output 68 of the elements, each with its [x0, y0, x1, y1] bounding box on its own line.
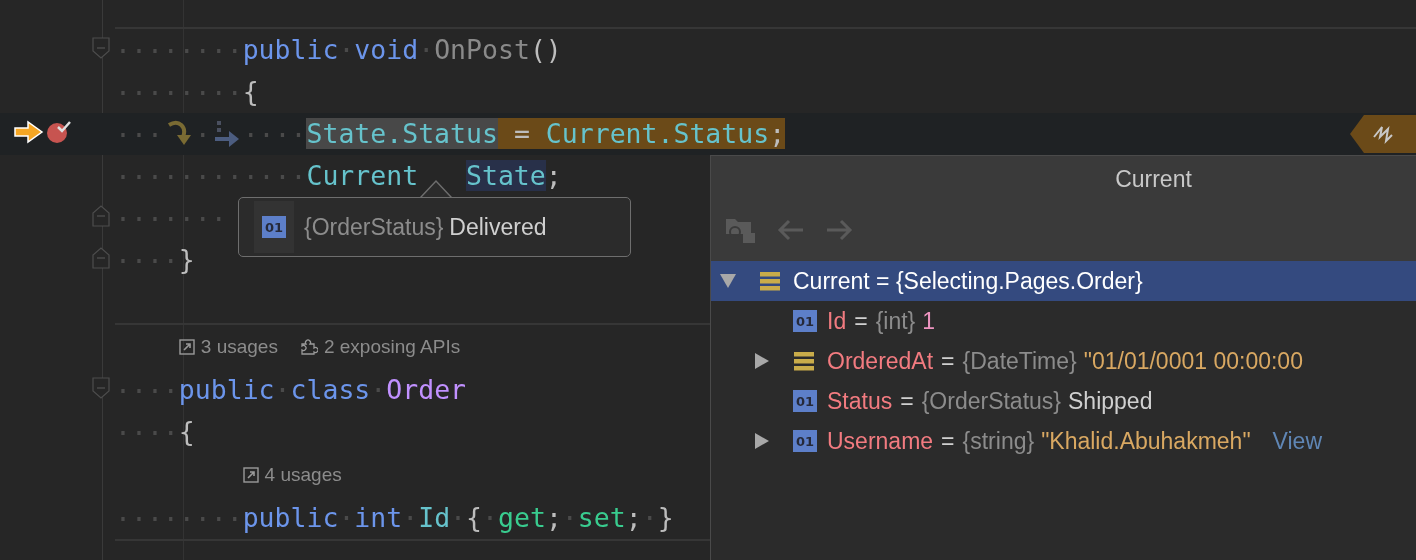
whitespace-dots: ········: [115, 76, 243, 108]
field-icon: 01: [793, 390, 817, 412]
whitespace-dots: ········: [115, 502, 243, 534]
variable-name: Id: [827, 307, 847, 335]
whitespace-dots: ····: [115, 244, 179, 276]
structure-icon: [793, 350, 815, 372]
code-text: public·class·Order: [178, 373, 467, 407]
arrow-box-icon: [242, 467, 259, 483]
variable-value: 1: [922, 307, 936, 335]
field-icon: 01: [793, 310, 817, 332]
variable-row[interactable]: 01 Status = {OrderStatus} Shipped: [711, 381, 1416, 421]
field-icon: 01: [262, 216, 286, 238]
usages-link[interactable]: 3 usages: [178, 336, 278, 358]
variable-row[interactable]: 01 Username = {string} "Khalid.Abuhakmeh" View: [711, 421, 1416, 461]
usages-link[interactable]: 4 usages: [242, 464, 342, 486]
variable-row[interactable]: Current = {Selecting.Pages.Order}: [711, 261, 1416, 301]
code-text: public·void·OnPost(): [242, 33, 562, 67]
structure-icon: [759, 270, 781, 292]
whitespace-dots: ·······: [115, 202, 227, 234]
code-text: Current: [306, 159, 419, 193]
execution-arrow-icon: [14, 120, 44, 144]
whitespace-dots: ···: [115, 118, 163, 150]
whitespace-dots: ········: [115, 34, 243, 66]
fold-marker-icon[interactable]: [92, 37, 110, 59]
code-text: {: [178, 415, 195, 449]
variable-value: "Khalid.Abuhakmeh": [1041, 427, 1251, 455]
squiggle-flag-icon[interactable]: [1350, 115, 1416, 153]
variable-name: OrderedAt: [827, 347, 934, 375]
variable-value: "01/01/0001 00:00:00: [1083, 347, 1303, 375]
view-link[interactable]: View: [1272, 427, 1322, 455]
whitespace-dots: ····: [115, 374, 179, 406]
field-icon: 01: [793, 430, 817, 452]
variable-value: Shipped: [1068, 387, 1153, 415]
variable-name: Username: [827, 427, 934, 455]
code-text: }: [178, 243, 195, 277]
code-text: State.Status = Current.Status;: [306, 117, 786, 151]
code-text: public·int·Id·{·get;·set;·}: [242, 501, 674, 535]
equals-sign: =: [941, 427, 955, 455]
breakpoint-icon[interactable]: [46, 119, 72, 145]
whitespace-dots: ············: [115, 160, 307, 192]
expanded-triangle-icon[interactable]: [719, 272, 737, 290]
collapsed-triangle-icon[interactable]: [753, 432, 771, 450]
variable-row[interactable]: 01 Id = {int} 1: [711, 301, 1416, 341]
equals-sign: =: [854, 307, 868, 335]
whitespace-dots: ····: [242, 118, 307, 150]
exposing-apis-link[interactable]: 2 exposing APIs: [299, 336, 461, 358]
popup-title: Current: [1114, 165, 1193, 194]
arrow-box-icon: [178, 339, 195, 355]
collapsed-triangle-icon[interactable]: [753, 352, 771, 370]
code-text: {: [242, 75, 259, 109]
equals-sign: =: [941, 347, 955, 375]
puzzle-icon: [299, 338, 318, 356]
fold-marker-icon[interactable]: [92, 377, 110, 399]
variable-name: Status: [827, 387, 893, 415]
fold-marker-icon[interactable]: [92, 247, 110, 269]
variable-row[interactable]: OrderedAt = {DateTime} "01/01/0001 00:00:00: [711, 341, 1416, 381]
variable-value: Delivered: [449, 213, 547, 241]
type-name: {OrderStatus}: [921, 387, 1061, 415]
type-name: {int}: [875, 307, 916, 335]
equals-sign: =: [900, 387, 914, 415]
whitespace-dots: ·: [194, 118, 211, 150]
variable-label: Current = {Selecting.Pages.Order}: [793, 267, 1143, 295]
whitespace-dots: ····: [115, 416, 179, 448]
fold-marker-icon[interactable]: [92, 205, 110, 227]
type-name: {DateTime}: [962, 347, 1077, 375]
type-name: {OrderStatus}: [304, 213, 444, 241]
step-into-icon: [212, 119, 241, 149]
type-name: {string}: [962, 427, 1035, 455]
